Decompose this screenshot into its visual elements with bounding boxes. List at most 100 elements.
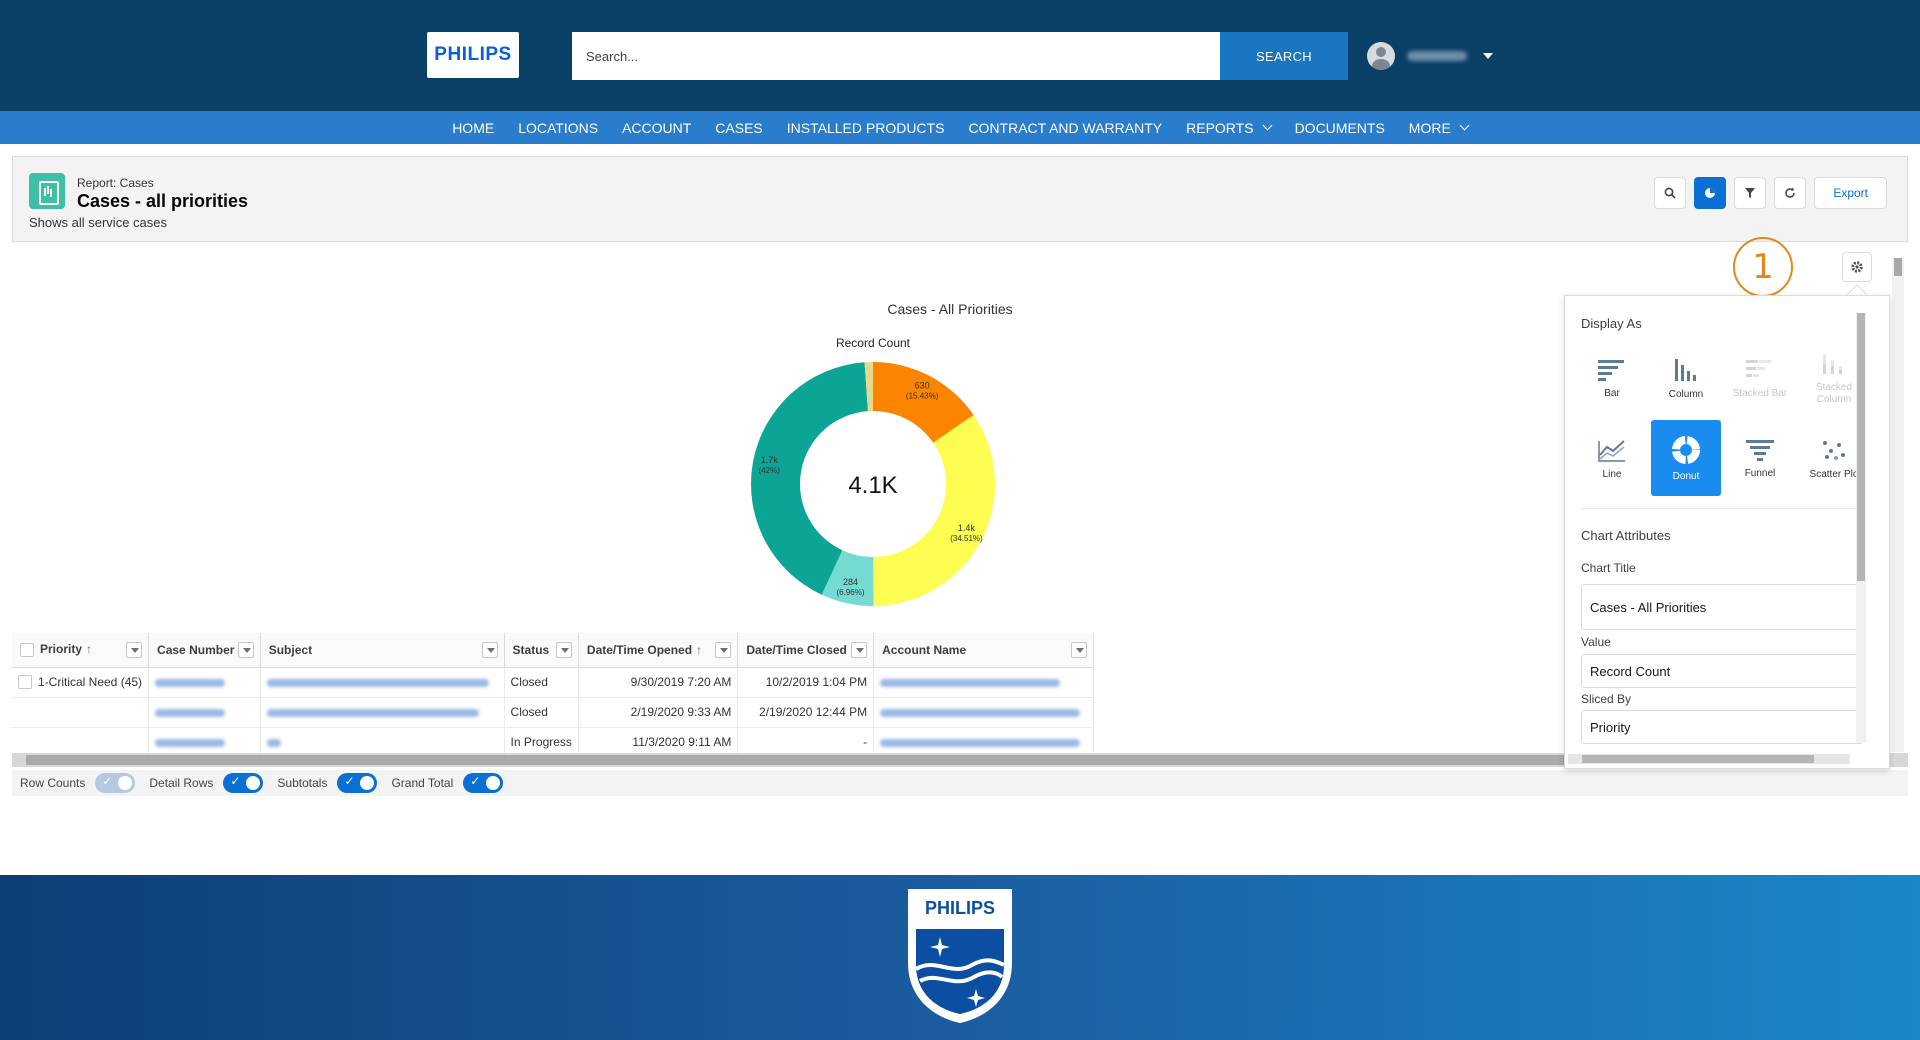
table-row: 1-Critical Need (45) Closed 9/30/2019 7:…	[12, 667, 1094, 698]
chart-type-donut[interactable]: Donut	[1651, 420, 1721, 496]
col-label: Subject	[268, 642, 313, 657]
redacted-link[interactable]	[266, 738, 281, 747]
case-number-cell[interactable]	[148, 667, 261, 698]
funnel-chart-icon	[1746, 439, 1774, 461]
col-subject[interactable]: Subject	[260, 633, 505, 668]
group-cell	[12, 727, 150, 753]
value-select[interactable]: Record Count	[1581, 654, 1863, 688]
chart-type-bar[interactable]: Bar	[1577, 340, 1647, 416]
chart-title-input[interactable]: Cases - All Priorities	[1581, 584, 1863, 630]
filter-button[interactable]	[1734, 177, 1767, 209]
chart-title: Cases - All Priorities	[887, 301, 1012, 317]
account-cell[interactable]	[873, 727, 1094, 753]
user-name-redacted[interactable]	[1407, 51, 1467, 61]
grand-total-switch[interactable]	[463, 773, 504, 793]
report-table: Priority ↑ Case Number Subject Status Dat…	[12, 633, 1094, 753]
row-counts-switch[interactable]	[95, 773, 136, 793]
redacted-link[interactable]	[155, 678, 226, 687]
caret-down-icon[interactable]	[1483, 53, 1493, 59]
sliced-by-select[interactable]: Priority	[1581, 710, 1863, 744]
search-button[interactable]: SEARCH	[1220, 32, 1348, 80]
chart-type-column[interactable]: Column	[1651, 340, 1721, 416]
nav-contract-and-warranty[interactable]: CONTRACT AND WARRANTY	[968, 120, 1162, 136]
export-button[interactable]: Export	[1814, 177, 1887, 209]
column-menu-icon[interactable]	[555, 642, 572, 658]
nav-account[interactable]: ACCOUNT	[622, 120, 691, 136]
nav-more[interactable]: MORE	[1409, 120, 1470, 136]
nav-cases[interactable]: CASES	[715, 120, 762, 136]
panel-horizontal-scrollbar[interactable]	[1568, 754, 1850, 764]
scrollbar-thumb[interactable]	[26, 755, 1576, 765]
scrollbar-thumb[interactable]	[1894, 258, 1902, 276]
toggle-label: Subtotals	[277, 776, 328, 790]
philips-logo[interactable]: PHILIPS	[427, 32, 519, 78]
nav-reports[interactable]: REPORTS	[1186, 120, 1273, 136]
user-avatar-icon[interactable]	[1367, 42, 1395, 70]
table-row: In Progress 11/3/2020 9:11 AM -	[12, 727, 1094, 753]
display-as-label: Display As	[1581, 316, 1642, 331]
chevron-down-icon	[1459, 120, 1470, 131]
chart-settings-button[interactable]	[1842, 252, 1872, 282]
column-menu-icon[interactable]	[237, 642, 254, 658]
nav-installed-products[interactable]: INSTALLED PRODUCTS	[787, 120, 945, 136]
nav-locations[interactable]: LOCATIONS	[518, 120, 598, 136]
column-menu-icon[interactable]	[481, 642, 498, 658]
case-number-cell[interactable]	[148, 727, 261, 753]
select-all-checkbox[interactable]	[20, 643, 34, 658]
column-menu-icon[interactable]	[851, 642, 868, 658]
donut-slice[interactable]	[873, 414, 995, 606]
user-menu[interactable]	[1367, 42, 1493, 70]
table-row: Closed 2/19/2020 9:33 AM 2/19/2020 12:44…	[12, 697, 1094, 728]
chart-type-line[interactable]: Line	[1577, 420, 1647, 496]
col-account-name[interactable]: Account Name	[873, 633, 1094, 668]
stacked-bar-chart-icon	[1746, 359, 1771, 377]
col-status[interactable]: Status	[504, 633, 579, 668]
nav-documents[interactable]: DOCUMENTS	[1295, 120, 1385, 136]
redacted-link[interactable]	[155, 708, 226, 717]
redacted-link[interactable]	[880, 738, 1081, 747]
scrollbar-thumb[interactable]	[1857, 313, 1865, 581]
subject-cell[interactable]	[260, 697, 505, 728]
donut-slice-percent-label: (15.43%)	[906, 392, 939, 401]
toggle-grand-total[interactable]: Grand Total	[391, 773, 504, 793]
column-menu-icon[interactable]	[126, 642, 143, 658]
subject-cell[interactable]	[260, 667, 505, 698]
column-menu-icon[interactable]	[715, 642, 732, 658]
page-vertical-scrollbar[interactable]	[1892, 258, 1904, 752]
toggle-subtotals[interactable]: Subtotals	[277, 773, 378, 793]
column-menu-icon[interactable]	[1071, 642, 1087, 658]
group-checkbox[interactable]	[18, 675, 32, 690]
col-priority[interactable]: Priority ↑	[12, 633, 150, 668]
subtotals-switch[interactable]	[337, 773, 378, 793]
case-number-cell[interactable]	[148, 697, 261, 728]
table-header-row: Priority ↑ Case Number Subject Status Dat…	[12, 633, 1094, 668]
detail-rows-switch[interactable]	[223, 773, 264, 793]
redacted-link[interactable]	[266, 708, 479, 717]
toggle-row-counts[interactable]: Row Counts	[20, 773, 136, 793]
nav-label: INSTALLED PRODUCTS	[786, 119, 945, 136]
account-cell[interactable]	[873, 697, 1094, 728]
col-label: Priority	[40, 642, 83, 657]
subject-cell[interactable]	[260, 727, 505, 753]
redacted-link[interactable]	[880, 708, 1081, 717]
redacted-link[interactable]	[266, 678, 489, 687]
step-callout-marker: 1	[1733, 237, 1793, 297]
toggle-detail-rows[interactable]: Detail Rows	[149, 773, 264, 793]
chart-type-label: Bar	[1604, 387, 1620, 399]
account-cell[interactable]	[873, 667, 1094, 698]
search-report-button[interactable]	[1654, 177, 1687, 209]
col-date-closed[interactable]: Date/Time Closed	[737, 633, 875, 668]
scrollbar-thumb[interactable]	[1582, 755, 1814, 763]
report-title: Cases - all priorities	[77, 191, 249, 211]
refresh-button[interactable]	[1774, 177, 1807, 209]
chart-type-stacked-bar: Stacked Bar	[1725, 340, 1795, 416]
panel-vertical-scrollbar[interactable]	[1856, 313, 1866, 743]
chart-type-funnel[interactable]: Funnel	[1725, 420, 1795, 496]
redacted-link[interactable]	[880, 678, 1061, 687]
col-date-opened[interactable]: Date/Time Opened ↑	[578, 633, 739, 668]
toggle-chart-button[interactable]	[1694, 177, 1727, 209]
redacted-link[interactable]	[155, 738, 226, 747]
col-case-number[interactable]: Case Number	[148, 633, 261, 668]
search-input[interactable]	[572, 32, 1220, 80]
nav-home[interactable]: HOME	[452, 120, 494, 136]
